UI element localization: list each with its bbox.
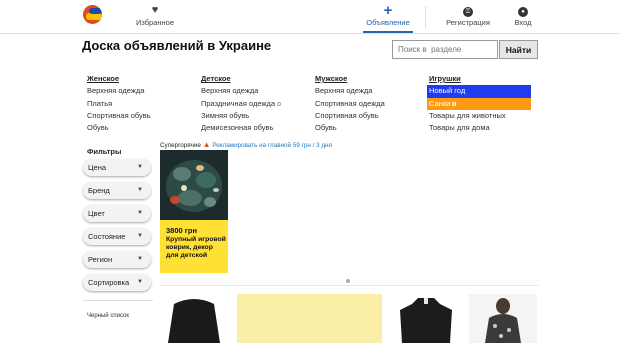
filter-region[interactable]: Регион ▼ <box>83 251 151 268</box>
category-link[interactable]: Спортивная одежда <box>315 98 385 110</box>
category-link[interactable]: Спортивная обувь <box>315 110 385 122</box>
nav-post-ad[interactable]: + Объявление <box>363 2 413 27</box>
category-title[interactable]: Игрушки <box>429 73 531 85</box>
site-logo[interactable] <box>83 5 102 24</box>
listing-price: 3800 грн <box>166 226 198 235</box>
active-tab-underline <box>363 31 413 33</box>
page-title: Доска объявлений в Украине <box>82 38 272 53</box>
info-icon <box>452 101 457 106</box>
category-link[interactable]: Товары для животных <box>429 110 531 122</box>
nav-post-ad-label: Объявление <box>366 18 410 27</box>
listing-thumbnail[interactable] <box>237 294 382 343</box>
category-link[interactable]: Праздничная одежда <box>201 98 282 110</box>
super-hot-title: Супергорячие <box>160 142 201 149</box>
search-input[interactable] <box>392 40 498 59</box>
category-link[interactable]: Демисезонная обувь <box>201 122 281 134</box>
nav-favorites[interactable]: ♥ Избранное <box>130 4 180 28</box>
category-link-label: Санки <box>429 98 451 108</box>
nav-favorites-label: Избранное <box>135 18 174 27</box>
listing-title: Крупный игровой коврик, декор для детско… <box>166 236 226 259</box>
nav-register[interactable]: ⚿ Регистрация <box>440 5 496 27</box>
search-button[interactable]: Найти <box>499 40 538 59</box>
nav-login[interactable]: ● Вход <box>505 5 541 27</box>
promo-link[interactable]: Рекламировать на главной 59 грн / 3 дня <box>212 142 332 149</box>
category-link[interactable]: Обувь <box>87 122 151 134</box>
carousel-dot[interactable] <box>346 279 350 283</box>
category-link-highlighted[interactable]: Санки <box>427 97 531 110</box>
category-link[interactable]: Обувь <box>315 122 385 134</box>
info-icon <box>277 101 282 106</box>
filter-label: Цена <box>88 163 107 172</box>
nav-login-label: Вход <box>514 18 532 27</box>
category-title[interactable]: Мужское <box>315 73 385 85</box>
filter-brand[interactable]: Бренд ▼ <box>83 182 151 199</box>
filter-label: Состояние <box>88 232 126 241</box>
heart-icon: ♥ <box>151 4 159 16</box>
filter-label: Бренд <box>88 186 110 195</box>
super-hot-card[interactable]: 3800 грн Крупный игровой коврик, декор д… <box>160 150 228 273</box>
category-link[interactable]: Верхняя одежда <box>87 85 151 97</box>
filter-label: Цвет <box>88 209 105 218</box>
chevron-down-icon: ▼ <box>137 256 143 262</box>
category-link-label: Праздничная одежда <box>201 98 276 108</box>
filter-price[interactable]: Цена ▼ <box>83 159 151 176</box>
listing-thumbnail[interactable] <box>392 294 460 343</box>
category-kids: Детское Верхняя одежда Праздничная одежд… <box>201 73 282 134</box>
nav-register-label: Регистрация <box>446 18 490 27</box>
category-men: Мужское Верхняя одежда Спортивная одежда… <box>315 73 385 134</box>
filter-sort[interactable]: Сортировка ▼ <box>83 274 151 291</box>
divider <box>83 300 153 301</box>
category-link[interactable]: Верхняя одежда <box>201 85 281 97</box>
category-title[interactable]: Женское <box>87 73 151 85</box>
super-hot-label: Супергорячие ▲ Рекламировать на главной … <box>160 140 332 149</box>
filters-title: Фильтры <box>87 147 122 156</box>
category-link[interactable]: Платья <box>87 98 151 110</box>
filter-color[interactable]: Цвет ▼ <box>83 205 151 222</box>
category-link[interactable]: Зимняя обувь <box>201 110 281 122</box>
category-link[interactable]: Верхняя одежда <box>315 85 385 97</box>
top-nav: ♥ Избранное + Объявление ⚿ Регистрация ●… <box>0 0 620 34</box>
chevron-down-icon: ▼ <box>137 279 143 285</box>
filter-condition[interactable]: Состояние ▼ <box>83 228 151 245</box>
listing-thumbnail[interactable] <box>160 294 228 343</box>
category-title[interactable]: Детское <box>201 73 281 85</box>
chevron-down-icon: ▼ <box>137 164 143 170</box>
fire-icon: ▲ <box>202 140 211 149</box>
plus-icon: + <box>383 2 393 19</box>
category-women: Женское Верхняя одежда Платья Спортивная… <box>87 73 151 134</box>
user-icon: ● <box>505 5 541 17</box>
filter-label: Регион <box>88 255 113 264</box>
listing-image <box>160 150 228 220</box>
blacklist-link[interactable]: Черный список <box>87 313 129 319</box>
key-icon: ⚿ <box>440 5 496 17</box>
listing-thumbnail[interactable] <box>469 294 537 343</box>
nav-divider <box>425 6 426 28</box>
category-link-highlighted[interactable]: Новый год <box>427 85 531 98</box>
category-link[interactable]: Товары для дома <box>429 122 531 134</box>
category-link[interactable]: Спортивная обувь <box>87 110 151 122</box>
chevron-down-icon: ▼ <box>137 233 143 239</box>
category-toys: Игрушки Новый год Санки Товары для живот… <box>427 73 531 134</box>
chevron-down-icon: ▼ <box>137 187 143 193</box>
filter-label: Сортировка <box>88 278 130 287</box>
divider <box>160 285 538 286</box>
chevron-down-icon: ▼ <box>137 210 143 216</box>
